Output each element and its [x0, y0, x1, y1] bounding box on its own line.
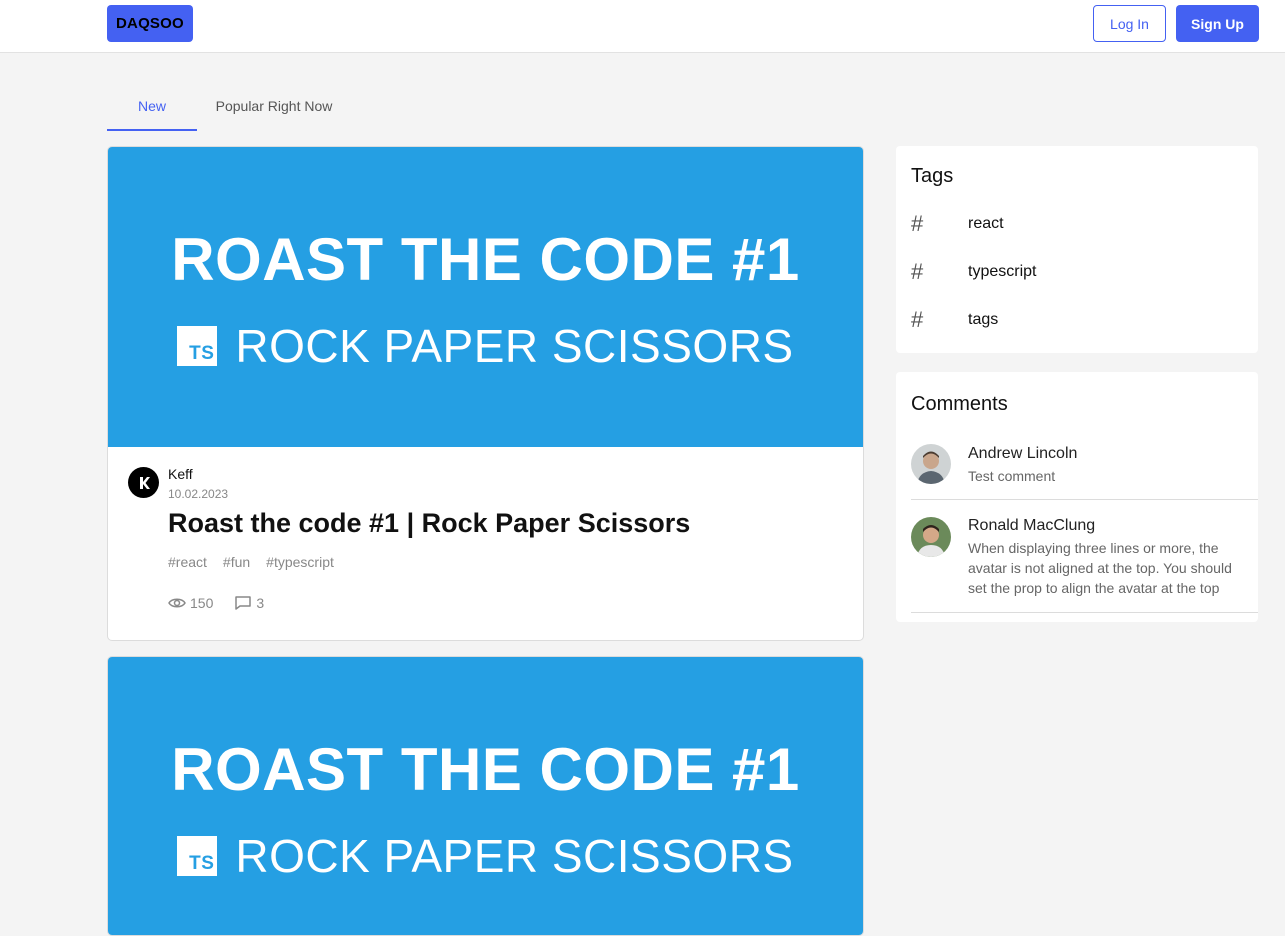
- login-button[interactable]: Log In: [1093, 5, 1166, 42]
- tag-label: react: [968, 215, 1004, 232]
- author-name[interactable]: Keff: [168, 466, 193, 482]
- comment-author[interactable]: Andrew Lincoln: [968, 445, 1077, 463]
- comments-stat[interactable]: 3: [234, 595, 264, 611]
- post-card[interactable]: ROAST THE CODE #1 TS ROCK PAPER SCISSORS…: [107, 146, 864, 641]
- comments-panel: Comments Andrew Lincoln Test comment Ron…: [896, 372, 1258, 622]
- banner-subtitle-row: TS ROCK PAPER SCISSORS: [108, 829, 863, 883]
- tag-item[interactable]: # tags: [911, 307, 998, 332]
- hash-icon: #: [911, 307, 924, 332]
- tag-label: typescript: [968, 263, 1037, 280]
- comment-item[interactable]: Ronald MacClung When displaying three li…: [911, 515, 1258, 613]
- hash-icon: #: [911, 211, 924, 236]
- tags-title: Tags: [911, 165, 954, 187]
- typescript-icon: TS: [177, 326, 218, 366]
- tab-popular[interactable]: Popular Right Now: [197, 84, 351, 131]
- banner-title: ROAST THE CODE #1: [171, 226, 800, 293]
- typescript-icon: TS: [177, 836, 218, 876]
- logo[interactable]: DAQSOO: [107, 5, 193, 42]
- tag-item[interactable]: # typescript: [911, 259, 1036, 284]
- user-avatar-icon: [911, 517, 951, 557]
- post-tags: #react #fun #typescript: [168, 554, 334, 570]
- banner-subtitle-row: TS ROCK PAPER SCISSORS: [108, 319, 863, 373]
- banner-subtitle: ROCK PAPER SCISSORS: [235, 320, 794, 372]
- views-stat: 150: [168, 595, 213, 611]
- comment-text: When displaying three lines or more, the…: [968, 540, 1232, 596]
- author-avatar[interactable]: [128, 467, 159, 498]
- banner-subtitle: ROCK PAPER SCISSORS: [235, 830, 794, 882]
- signup-button[interactable]: Sign Up: [1176, 5, 1259, 42]
- author-logo-icon: [139, 476, 150, 489]
- tab-new[interactable]: New: [107, 84, 197, 131]
- post-tag[interactable]: #react: [168, 554, 207, 570]
- post-banner[interactable]: ROAST THE CODE #1 TS ROCK PAPER SCISSORS: [108, 147, 863, 447]
- post-title[interactable]: Roast the code #1 | Rock Paper Scissors: [168, 508, 690, 539]
- post-tag[interactable]: #fun: [223, 554, 250, 570]
- tag-item[interactable]: # react: [911, 211, 1004, 236]
- comment-icon: [235, 596, 252, 610]
- tag-label: tags: [968, 311, 999, 328]
- tags-panel: Tags # react # typescript # tags: [896, 146, 1258, 353]
- avatar[interactable]: [911, 517, 951, 557]
- comment-item[interactable]: Andrew Lincoln Test comment: [911, 442, 1258, 500]
- comments-count: 3: [256, 595, 265, 611]
- eye-icon: [168, 598, 186, 608]
- views-count: 150: [190, 595, 214, 611]
- comment-text: Test comment: [968, 468, 1056, 484]
- user-avatar-icon: [911, 444, 951, 484]
- avatar[interactable]: [911, 444, 951, 484]
- top-header: DAQSOO Log In Sign Up: [0, 0, 1285, 53]
- post-stats: 150 3: [168, 595, 285, 611]
- comment-author[interactable]: Ronald MacClung: [968, 517, 1095, 535]
- post-card[interactable]: ROAST THE CODE #1 TS ROCK PAPER SCISSORS: [107, 656, 864, 936]
- feed-tabs: New Popular Right Now: [107, 84, 351, 131]
- post-tag[interactable]: #typescript: [266, 554, 334, 570]
- post-banner[interactable]: ROAST THE CODE #1 TS ROCK PAPER SCISSORS: [108, 657, 863, 935]
- banner-title: ROAST THE CODE #1: [171, 736, 800, 803]
- hash-icon: #: [911, 259, 924, 284]
- post-date: 10.02.2023: [168, 487, 229, 501]
- comments-title: Comments: [911, 393, 1008, 415]
